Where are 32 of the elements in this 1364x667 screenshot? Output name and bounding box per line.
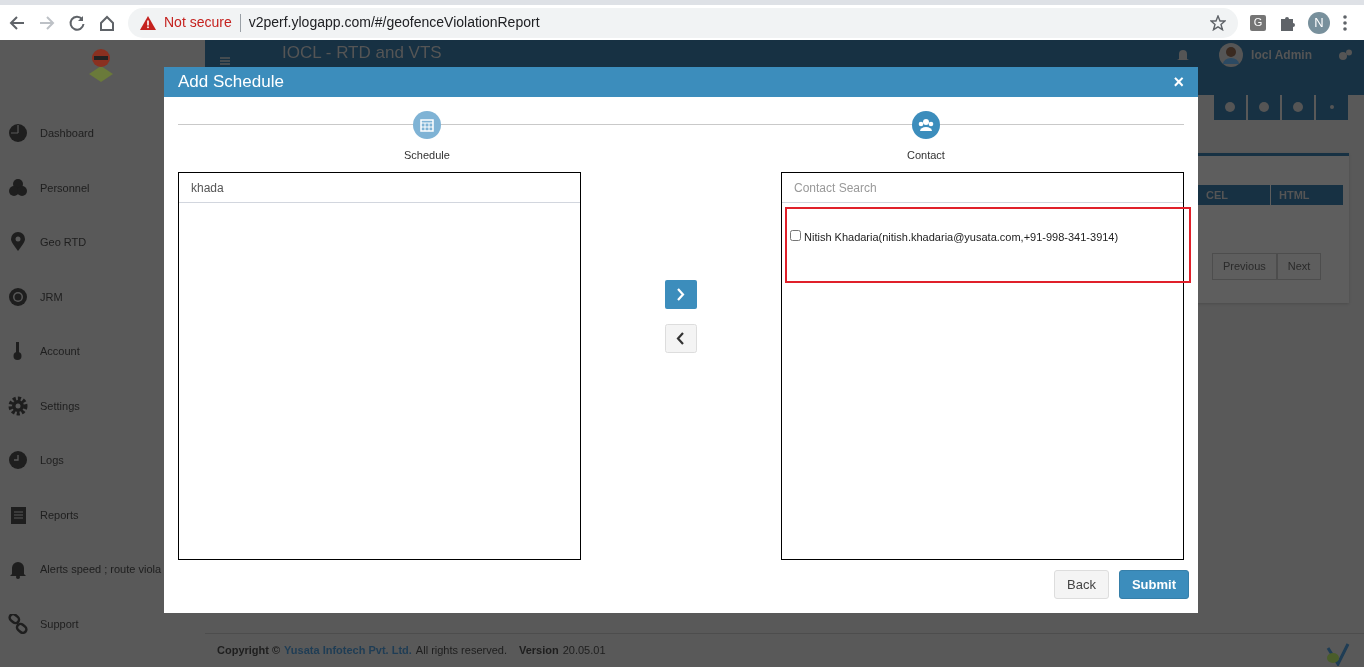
copyright-label: Copyright © <box>217 643 281 659</box>
back-button[interactable]: Back <box>1054 570 1109 599</box>
profile-avatar[interactable]: N <box>1308 11 1330 34</box>
contact-search-field[interactable]: Contact Search <box>782 173 1183 203</box>
sidebar-item[interactable]: Logs <box>40 452 64 469</box>
address-bar[interactable]: Not secure v2perf.ylogapp.com/#/geofenceViolationReport <box>128 7 1238 38</box>
column-header[interactable]: HTML <box>1271 185 1343 205</box>
sidebar-item[interactable]: Reports <box>40 506 79 523</box>
version-text: 20.05.01 <box>562 643 606 659</box>
user-name[interactable]: Iocl Admin <box>1251 46 1312 64</box>
extension-icon[interactable]: G <box>1250 14 1266 31</box>
column-header[interactable]: CEL <box>1198 185 1270 205</box>
sidebar-item[interactable]: Geo RTD <box>40 234 87 251</box>
version-label: Version <box>518 643 559 659</box>
sidebar-item[interactable]: Support <box>40 615 79 632</box>
sidebar-item[interactable]: Personnel <box>40 179 90 196</box>
sidebar-item[interactable]: JRM <box>40 288 63 305</box>
step-label: Contact <box>907 148 945 163</box>
schedule-search-field[interactable]: khada <box>179 173 580 203</box>
sidebar-item[interactable]: Account <box>40 343 80 360</box>
close-button[interactable]: × <box>1173 73 1184 91</box>
step-label: Schedule <box>404 148 450 163</box>
company-link[interactable]: Yusata Infotech Pvt. Ltd. <box>284 642 412 659</box>
sidebar-item[interactable]: Settings <box>40 397 80 414</box>
url-text: v2perf.ylogapp.com/#/geofenceViolationReport <box>248 13 541 32</box>
contact-item[interactable]: Nitish Khadaria(nitish.khadaria@yusata.com,+91-998-341-3914) <box>804 229 1119 246</box>
submit-button[interactable]: Submit <box>1118 570 1189 599</box>
app-title: IOCL - RTD and VTS <box>282 41 442 64</box>
sidebar-item[interactable]: Dashboard <box>40 125 94 142</box>
modal-title: Add Schedule <box>178 71 285 94</box>
security-label: Not secure <box>164 13 232 32</box>
rights-text: All rights reserved. <box>415 643 507 659</box>
